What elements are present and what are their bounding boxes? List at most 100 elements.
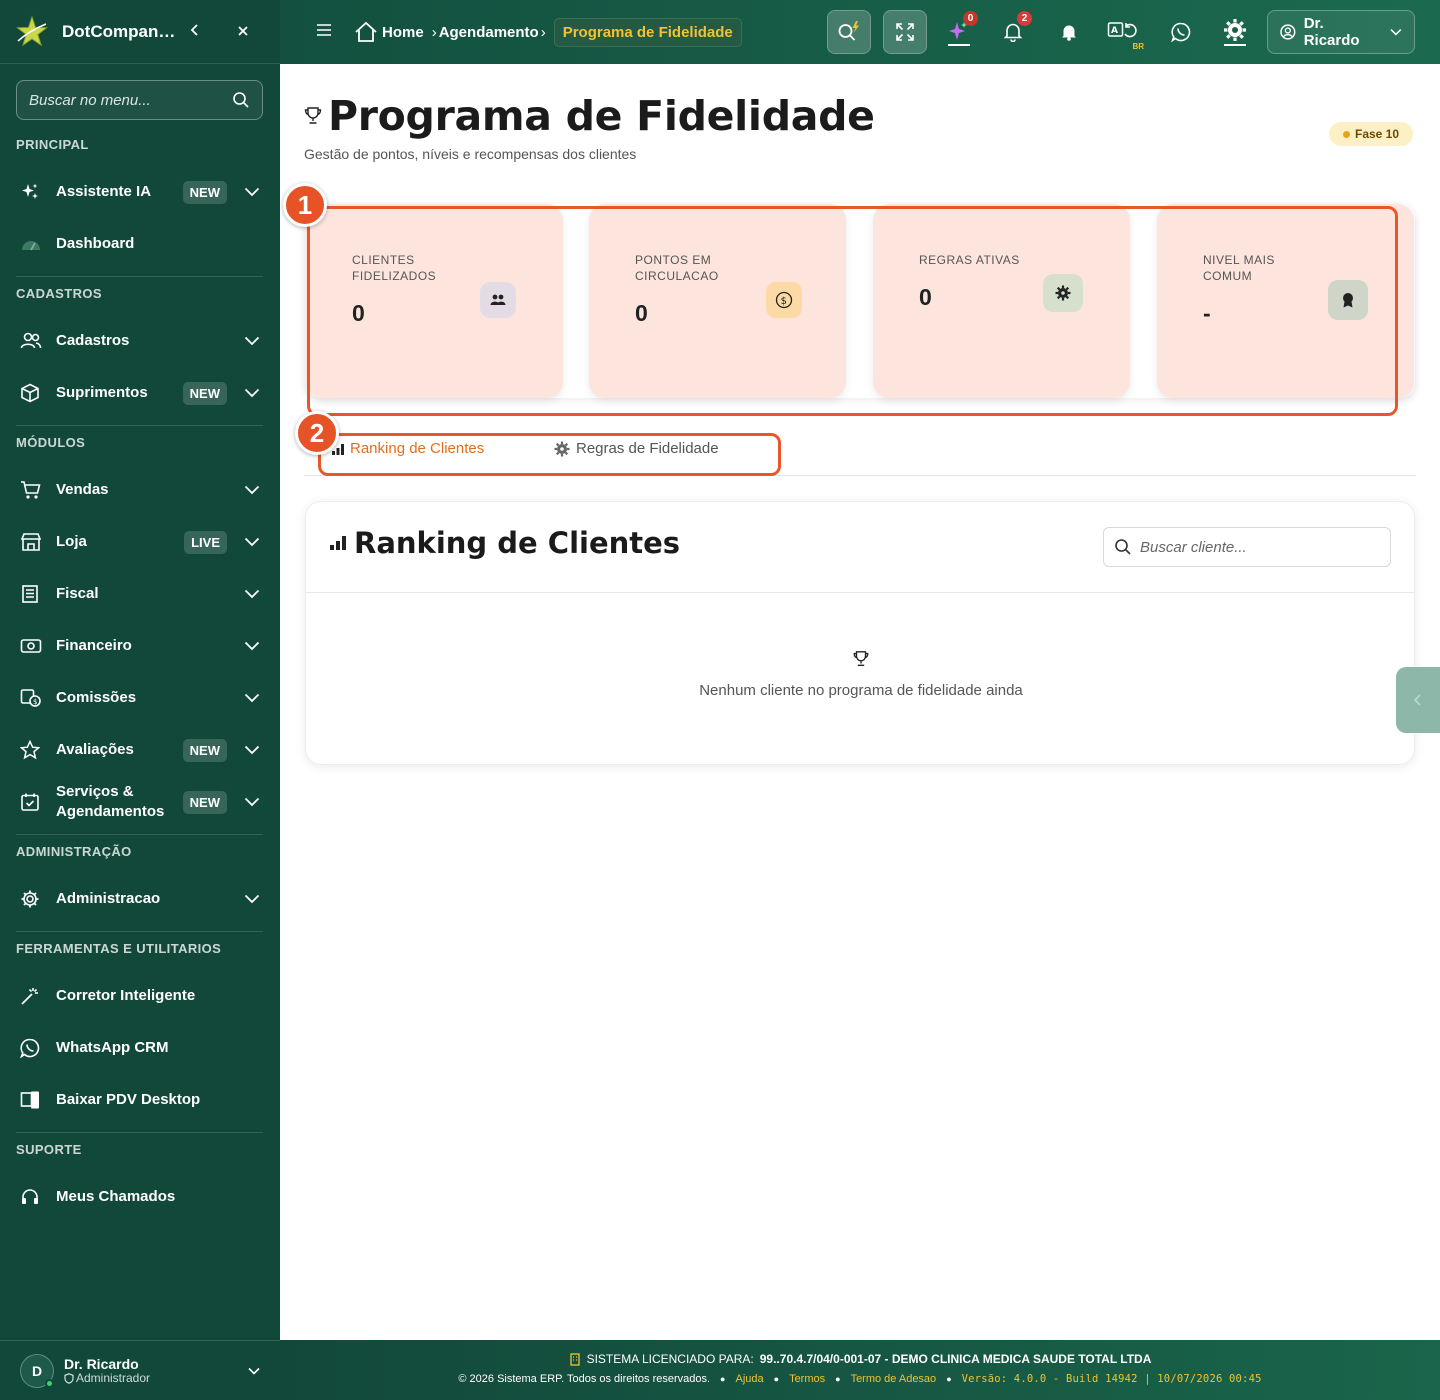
collapse-sidebar-button[interactable] [180,21,210,42]
user-circle-icon [1280,24,1296,40]
chevron-down-icon [241,537,263,547]
sidebar-item-fiscal[interactable]: Fiscal [16,572,263,616]
gear-icon [554,441,570,456]
whatsapp-icon [1171,22,1191,42]
sidebar-item-dashboard[interactable]: Dashboard [16,222,263,266]
sidebar-item-meus-chamados[interactable]: Meus Chamados [16,1175,263,1219]
sidebar-item-whatsapp-crm[interactable]: WhatsApp CRM [16,1026,263,1070]
sidebar-item-label: Administracao [56,890,161,907]
stat-label: CLIENTES FIDELIZADOS [352,253,437,283]
sidebar-item-administracao[interactable]: Administracao [16,877,263,921]
divider [16,425,263,426]
whatsapp-button[interactable] [1159,10,1203,54]
menu-toggle-button[interactable] [316,23,338,42]
fullscreen-button[interactable] [883,10,927,54]
sidebar-item-avaliacoes[interactable]: Avaliações NEW [16,728,263,772]
divider [16,1132,263,1133]
notifications-button[interactable]: 2 [991,10,1035,54]
tab-regras-fidelidade[interactable]: Regras de Fidelidade [554,440,719,457]
sidebar-item-label: Dashboard [56,235,135,252]
link-termos[interactable]: Termos [789,1373,825,1385]
chevron-down-icon [241,797,263,807]
language-button[interactable]: A BR [1102,10,1146,54]
sidebar-item-label: Suprimentos [56,384,148,401]
stat-card-pontos-circulacao: PONTOS EM CIRCULACAO 0 $ [589,204,846,398]
bullet-separator: ● [835,1374,841,1384]
chevron-down-icon [241,693,263,703]
chevron-down-icon [241,485,263,495]
expand-icon [896,23,914,41]
sidebar-item-label: Baixar PDV Desktop [56,1091,201,1108]
tab-label: Ranking de Clientes [350,440,485,457]
smart-search-button[interactable] [827,10,871,54]
sidebar-item-corretor[interactable]: Corretor Inteligente [16,974,263,1018]
divider [16,834,263,835]
sidebar-item-vendas[interactable]: Vendas [16,468,263,512]
sidebar-item-loja[interactable]: Loja LIVE [16,520,263,564]
phase-dot [1343,130,1350,138]
tab-ranking-clientes[interactable]: Ranking de Clientes [332,440,484,457]
search-bolt-icon [838,21,859,41]
breadcrumb-home[interactable]: Home [354,21,424,43]
cash-icon [16,637,48,655]
new-badge: NEW [182,790,227,814]
whatsapp-icon [16,1038,48,1058]
sidebar-item-baixar-pdv[interactable]: Baixar PDV Desktop [16,1078,263,1122]
page-title-text: Programa de Fidelidade [328,92,875,140]
chevron-down-icon [241,745,263,755]
stat-card-nivel-mais-comum: NIVEL MAIS COMUM - [1157,204,1414,398]
breadcrumb-agendamento[interactable]: Agendamento [439,24,539,41]
license-prefix: SISTEMA LICENCIADO PARA: [586,1352,754,1366]
user-menu-button[interactable]: Dr. Ricardo [1267,10,1415,54]
alerts-button[interactable] [1047,10,1091,54]
search-icon[interactable] [232,91,250,109]
avatar-initial: D [31,1362,43,1379]
trophy-icon [306,650,1416,668]
user-menu-label: Dr. Ricardo [1303,15,1360,49]
sidebar-item-cadastros[interactable]: Cadastros [16,319,263,363]
sidebar-user[interactable]: D Dr. Ricardo Administrador [0,1340,280,1400]
new-badge: NEW [182,738,227,762]
page-subtitle: Gestão de pontos, níveis e recompensas d… [304,146,637,162]
stat-card-clientes-fidelizados: CLIENTES FIDELIZADOS 0 [306,204,563,398]
sparkles-icon [16,182,48,202]
tab-bar: Ranking de Clientes Regras de Fidelidade [304,430,1416,476]
receipt-icon [16,584,48,604]
sidebar-item-label: Financeiro [56,637,132,654]
chevron-down-icon [241,187,263,197]
link-termo-adesao[interactable]: Termo de Adesao [851,1373,937,1385]
breadcrumb-separator: › [540,23,546,41]
sidebar-item-label: Comissões [56,689,137,706]
settings-button[interactable] [1213,10,1257,54]
page-title: Programa de Fidelidade [304,92,875,140]
ranking-card: Ranking de Clientes Nenhum cliente no pr… [305,501,1415,765]
client-search-input[interactable] [1140,538,1380,556]
sidebar-item-label: WhatsApp CRM [56,1039,169,1056]
sidebar-item-financeiro[interactable]: Financeiro [16,624,263,668]
stat-label: PONTOS EM CIRCULACAO [635,253,719,283]
sidebar-item-label: Assistente IA [56,183,152,200]
side-panel-toggle[interactable] [1396,667,1440,733]
ai-assistant-button[interactable]: 0 [937,10,981,54]
cart-icon [16,480,48,500]
link-ajuda[interactable]: Ajuda [735,1373,763,1385]
ai-count-badge: 0 [963,11,978,26]
footer: SISTEMA LICENCIADO PARA: 99..70.4.7/04/0… [280,1340,1440,1400]
ranking-title-text: Ranking de Clientes [354,526,681,560]
close-sidebar-button[interactable] [228,21,258,42]
ranking-title: Ranking de Clientes [330,526,680,560]
stat-value: 0 [635,300,648,326]
sidebar-item-suprimentos[interactable]: Suprimentos NEW [16,371,263,415]
section-cadastros: CADASTROS [16,286,102,301]
sidebar-item-assistente-ia[interactable]: Assistente IA NEW [16,170,263,214]
sidebar-item-comissoes[interactable]: $ Comissões [16,676,263,720]
stat-value: 0 [352,300,365,326]
bullet-separator: ● [946,1374,952,1384]
sidebar-item-servicos-agendamentos[interactable]: Serviços & Agendamentos NEW [16,780,263,824]
chevron-down-icon[interactable] [248,1367,260,1375]
sidebar-item-label: Fiscal [56,585,99,602]
annotation-marker-2: 2 [295,411,339,455]
stat-label: NIVEL MAIS COMUM [1203,253,1275,283]
license-value: 99..70.4.7/04/0-001-07 - DEMO CLINICA ME… [759,1352,1152,1366]
menu-search-input[interactable] [29,91,232,109]
